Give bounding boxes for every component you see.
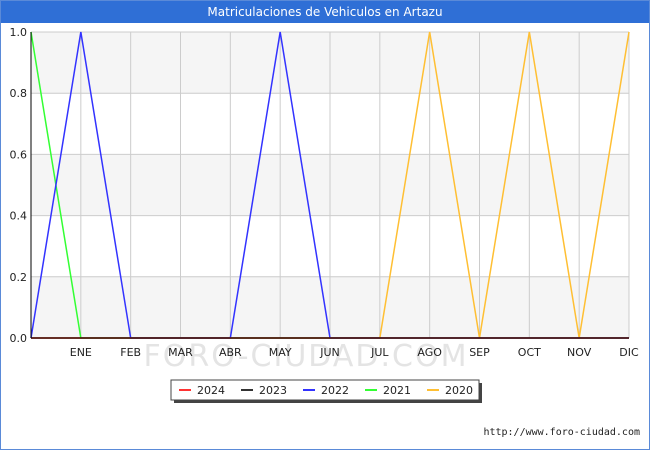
legend-label-2024: 2024 bbox=[197, 384, 225, 397]
x-tick-label: ENE bbox=[70, 346, 92, 359]
y-tick-label: 0.0 bbox=[10, 332, 28, 345]
legend-label-2022: 2022 bbox=[321, 384, 349, 397]
x-tick-label: ABR bbox=[219, 346, 242, 359]
x-tick-label: FEB bbox=[120, 346, 141, 359]
x-tick-label: SEP bbox=[469, 346, 490, 359]
x-tick-label: JUL bbox=[370, 346, 389, 359]
legend: 2024 2023 2022 2021 2020 bbox=[170, 379, 482, 403]
x-tick-label: DIC bbox=[619, 346, 639, 359]
y-tick-label: 0.6 bbox=[10, 148, 28, 161]
y-tick-label: 1.0 bbox=[10, 26, 28, 39]
legend-label-2023: 2023 bbox=[259, 384, 287, 397]
legend-label-2021: 2021 bbox=[383, 384, 411, 397]
y-tick-label: 0.2 bbox=[10, 271, 28, 284]
source-credit: http://www.foro-ciudad.com bbox=[483, 427, 640, 438]
y-tick-label: 0.8 bbox=[10, 87, 28, 100]
y-tick-label: 0.4 bbox=[10, 210, 28, 223]
x-tick-label: MAR bbox=[168, 346, 193, 359]
legend-label-2020: 2020 bbox=[445, 384, 473, 397]
line-chart: FORO-CIUDAD.COM 0.00.20.40.60.81.0 ENE FE… bbox=[10, 26, 639, 403]
x-tick-label: NOV bbox=[567, 346, 592, 359]
y-tick-labels: 0.0 0.2 0.4 0.6 0.8 1.0 bbox=[10, 26, 28, 345]
x-tick-label: AGO bbox=[417, 346, 442, 359]
x-tick-label: OCT bbox=[518, 346, 541, 359]
x-tick-label: MAY bbox=[269, 346, 292, 359]
x-tick-label: JUN bbox=[319, 346, 340, 359]
chart-window: Matriculaciones de Vehiculos en Artazu F… bbox=[0, 0, 650, 450]
